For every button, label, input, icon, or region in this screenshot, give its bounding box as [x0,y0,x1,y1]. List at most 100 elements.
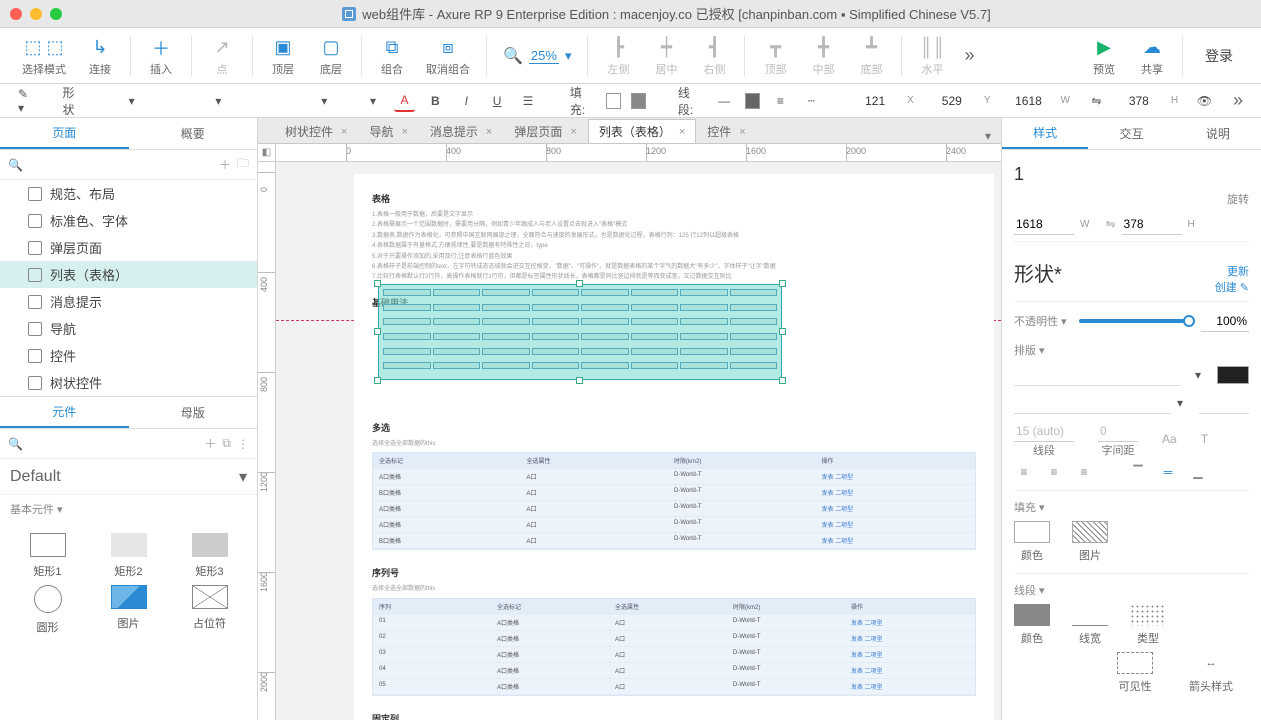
text-options-icon[interactable]: T [1201,432,1208,446]
y-input[interactable] [930,90,974,112]
basic-widgets-header[interactable]: 基本元件 ▾ [0,495,257,523]
close-tab-icon[interactable]: × [739,126,745,138]
align-text-left-icon[interactable]: ≡ [1014,464,1034,480]
font-family-dropdown[interactable] [1014,364,1181,386]
add-folder-icon[interactable]: 🗀 [237,154,249,175]
font-weight-dropdown[interactable] [1014,392,1171,414]
pages-search-input[interactable] [29,155,213,175]
toolbar-overflow-button[interactable]: » [956,45,982,66]
font-size-input[interactable] [1199,392,1249,414]
text-color-swatch[interactable] [1217,366,1249,384]
bold-button[interactable]: B [425,90,446,112]
resize-handle[interactable] [576,377,583,384]
tab-outline[interactable]: 概要 [129,118,258,149]
widget-rect2[interactable]: 矩形2 [91,533,166,579]
resize-handle[interactable] [576,280,583,287]
font-color-button[interactable]: A [394,90,415,112]
bring-front-button[interactable]: ▣顶层 [259,35,307,77]
widget-image[interactable]: 图片 [91,585,166,635]
close-tab-icon[interactable]: × [679,126,685,138]
page-item[interactable]: 标准色、字体 [0,207,257,234]
document-tab[interactable]: 弹层页面× [503,119,587,143]
char-spacing-input[interactable] [1098,420,1138,442]
library-dropdown[interactable]: Default▾ [0,459,257,495]
group-button[interactable]: ⧉组合 [368,35,416,77]
connect-button[interactable]: ↳连接 [76,35,124,77]
resize-handle[interactable] [374,377,381,384]
widgets-search-input[interactable] [29,434,198,454]
tab-notes[interactable]: 说明 [1175,118,1261,149]
canvas-page-content[interactable]: 表格 1.表格一般用于数据，后要是文字显示2.表格需展示一个范围数据时，需要用分… [354,174,994,720]
widget-rect3[interactable]: 矩形3 [172,533,247,579]
widget-circle[interactable]: 圆形 [10,585,85,635]
valign-bottom-icon[interactable]: ▁ [1188,464,1208,480]
page-item[interactable]: 弹层页面 [0,234,257,261]
arrow-style-option[interactable]: ↔箭头样式 [1189,652,1233,694]
line-color-swatch[interactable] [745,93,760,109]
vertical-ruler[interactable]: 0400800120016002000 [258,162,276,720]
typeset-section[interactable]: 排版 ▾ [1014,342,1249,358]
minimize-window-icon[interactable] [30,8,42,20]
point-button[interactable]: ↗点 [198,35,246,77]
shape-style-dropdown[interactable]: 形状▾ [54,89,142,113]
doctabs-menu-icon[interactable]: ▾ [975,129,1001,143]
visibility-icon[interactable]: 👁 [1194,90,1215,112]
stroke-width-option[interactable]: 线宽 [1072,604,1108,646]
format-overflow-button[interactable]: » [1225,90,1251,111]
align-right-button[interactable]: ┫右侧 [690,35,738,77]
insert-button[interactable]: ＋插入 [137,35,185,77]
resize-handle[interactable] [779,377,786,384]
stroke-type-option[interactable]: 类型 [1130,604,1166,646]
ungroup-button[interactable]: ⧈取消组合 [416,35,480,77]
widget-placeholder[interactable]: 占位符 [172,585,247,635]
h-input[interactable] [1117,90,1161,112]
valign-middle-icon[interactable]: ═ [1158,464,1178,480]
close-window-icon[interactable] [10,8,22,20]
resize-handle[interactable] [374,328,381,335]
login-button[interactable]: 登录 [1189,46,1249,66]
bullet-list-button[interactable]: ☰ [518,90,539,112]
multi-select-table[interactable]: 全选标记全选属性时限(km2)操作A口类格A口D-World-T发表 二项型B口… [372,452,976,550]
lock-aspect-icon[interactable]: ⇋ [1105,217,1115,231]
close-tab-icon[interactable]: × [401,126,407,138]
close-tab-icon[interactable]: × [570,126,576,138]
tab-widgets[interactable]: 元件 [0,397,129,428]
create-style-link[interactable]: 创建 ✎ [1215,279,1249,295]
height-input[interactable] [1122,213,1182,235]
add-library-icon[interactable]: ＋ [204,435,216,452]
align-left-button[interactable]: ┣左侧 [594,35,642,77]
align-center-button[interactable]: ┿居中 [642,35,690,77]
ruler-corner[interactable]: ◧ [258,144,276,161]
fill-image-option[interactable]: 图片 [1072,521,1108,563]
close-tab-icon[interactable]: × [486,126,492,138]
fill-color-swatch[interactable] [606,93,621,109]
document-tab[interactable]: 列表（表格）× [588,119,696,143]
font-dropdown[interactable]: ▾ [153,89,230,113]
document-tab[interactable]: 树状控件× [274,119,358,143]
line-spacing-input[interactable] [1014,420,1074,442]
add-page-icon[interactable]: ＋ [219,156,231,173]
fill-pattern-swatch[interactable] [631,93,646,109]
tab-masters[interactable]: 母版 [129,397,258,428]
horizontal-ruler[interactable]: 04008001200160020002400 [276,144,1001,161]
align-text-center-icon[interactable]: ≡ [1044,464,1064,480]
stroke-section[interactable]: 线段 ▾ [1014,573,1249,598]
update-style-link[interactable]: 更新 [1215,263,1249,279]
maximize-window-icon[interactable] [50,8,62,20]
zoom-control[interactable]: 🔍25%▾ [493,46,581,66]
pen-tool-dropdown[interactable]: ✎ ▾ [10,89,44,113]
opacity-input[interactable] [1201,310,1249,332]
underline-button[interactable]: U [487,90,508,112]
width-input[interactable] [1014,213,1074,235]
opacity-slider[interactable] [1079,319,1189,323]
align-middle-button[interactable]: ╋中部 [799,35,847,77]
line-dash-button[interactable]: ┄ [801,90,822,112]
distribute-h-button[interactable]: ║║水平 [908,35,956,77]
resize-handle[interactable] [779,328,786,335]
page-item[interactable]: 列表（表格） [0,261,257,288]
opacity-label[interactable]: 不透明性 ▾ [1014,313,1067,329]
align-bottom-button[interactable]: ┻底部 [847,35,895,77]
resize-handle[interactable] [779,280,786,287]
w-input[interactable] [1006,90,1050,112]
canvas[interactable]: 表格 1.表格一般用于数据，后要是文字显示2.表格需展示一个范围数据时，需要用分… [276,162,1001,720]
